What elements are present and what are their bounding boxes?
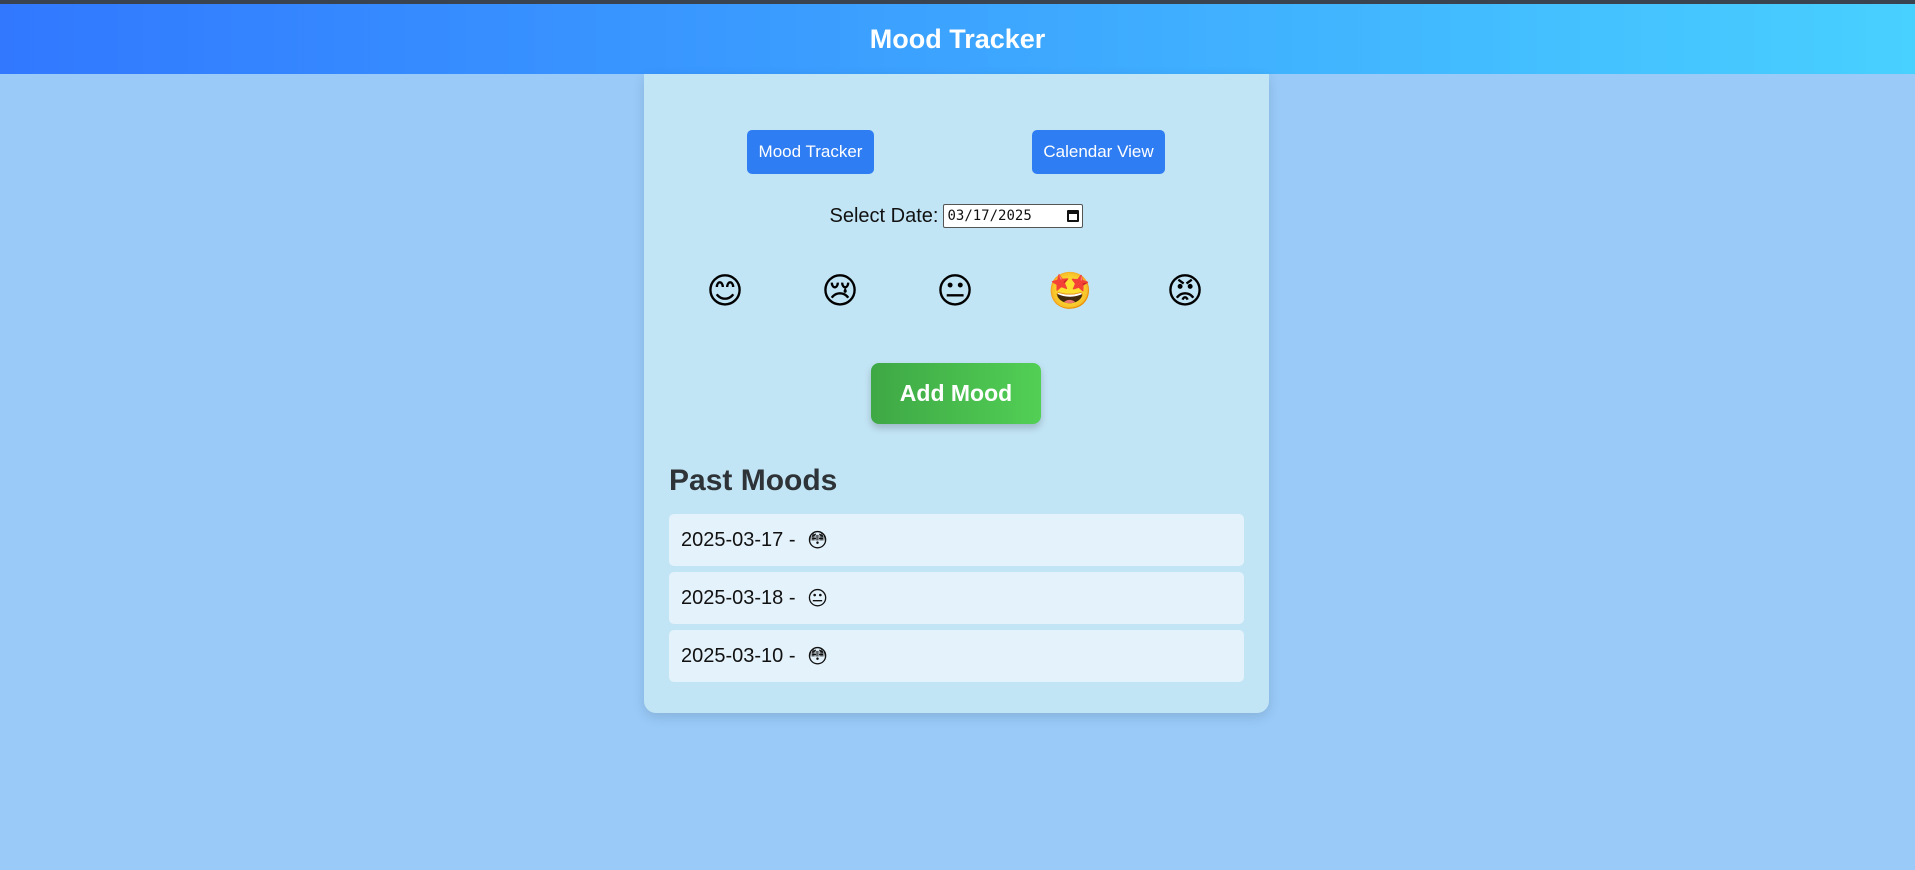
entry-date: 2025-03-17 [681, 528, 784, 551]
past-moods-list: 2025-03-17 - 😳 2025-03-18 - 😐 2025-03-10… [669, 514, 1244, 688]
entry-separator: - [783, 644, 802, 667]
happy-emoji-icon[interactable]: 😊 [703, 269, 747, 313]
neutral-emoji-icon: 😐 [807, 587, 828, 610]
sad-emoji-icon[interactable]: 😢 [818, 269, 862, 313]
calendar-icon[interactable] [1067, 210, 1080, 222]
date-value: 03/17/2025 [947, 208, 1032, 224]
app-header: Mood Tracker [0, 4, 1915, 74]
entry-date: 2025-03-18 [681, 586, 784, 609]
list-item: 2025-03-17 - 😳 [669, 514, 1244, 566]
list-item: 2025-03-10 - 😳 [669, 630, 1244, 682]
date-row: Select Date: 03/17/2025 [644, 204, 1269, 228]
add-mood-button[interactable]: Add Mood [871, 363, 1041, 424]
mood-tracker-button[interactable]: Mood Tracker [747, 130, 874, 174]
select-date-label: Select Date: [829, 204, 939, 227]
entry-separator: - [783, 586, 802, 609]
date-input[interactable]: 03/17/2025 [943, 204, 1084, 228]
neutral-emoji-icon[interactable]: 😐 [933, 269, 977, 313]
angry-emoji-icon[interactable]: 😡 [1163, 269, 1207, 313]
calendar-view-button[interactable]: Calendar View [1032, 130, 1165, 174]
excited-emoji-icon[interactable]: 🤩 [1048, 269, 1093, 313]
entry-separator: - [783, 528, 802, 551]
entry-date: 2025-03-10 [681, 644, 784, 667]
past-moods-heading: Past Moods [669, 464, 838, 497]
flushed-emoji-icon: 😳 [807, 645, 828, 668]
list-item: 2025-03-18 - 😐 [669, 572, 1244, 624]
flushed-emoji-icon: 😳 [807, 529, 828, 552]
app-title: Mood Tracker [869, 23, 1046, 54]
mood-selector: 😊 😢 😐 🤩 😡 [644, 269, 1269, 329]
mood-card: Mood Tracker Calendar View Select Date: … [644, 74, 1269, 713]
